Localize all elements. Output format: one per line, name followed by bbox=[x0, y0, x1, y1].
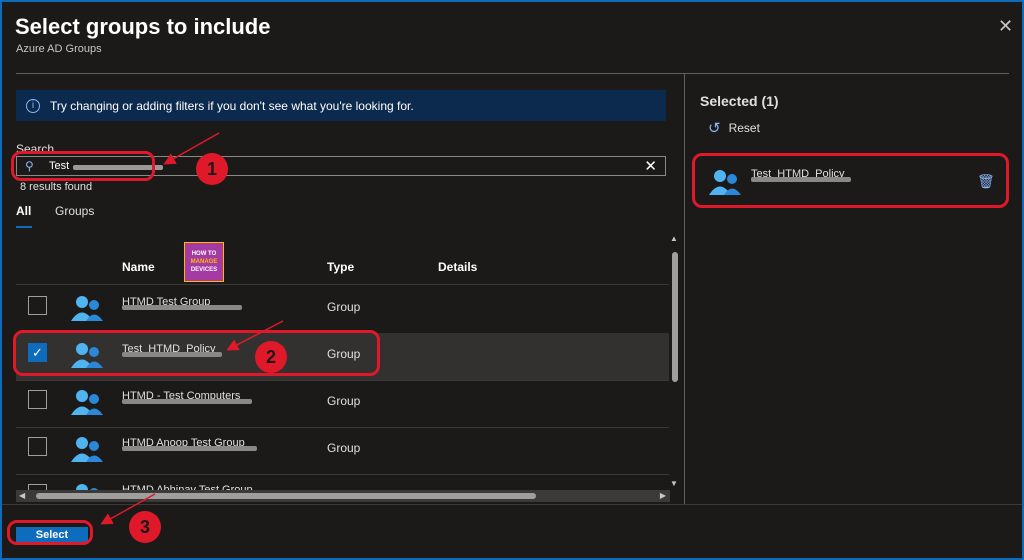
arrow-1 bbox=[163, 132, 220, 165]
arrow-2 bbox=[226, 320, 284, 351]
arrow-3 bbox=[100, 493, 156, 525]
annotation-arrows bbox=[100, 132, 284, 525]
